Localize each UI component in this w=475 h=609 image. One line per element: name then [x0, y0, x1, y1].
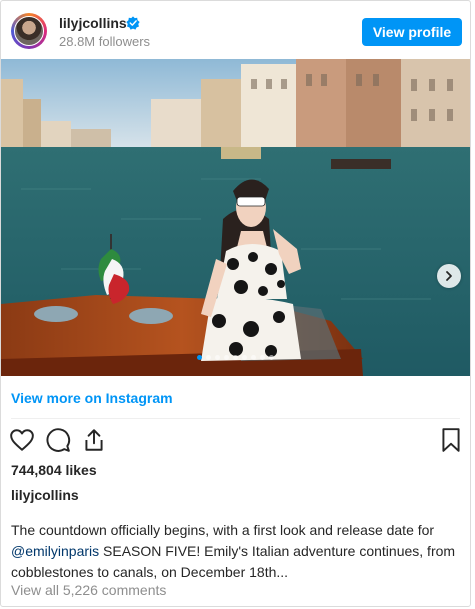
- carousel-dot: [260, 355, 265, 360]
- carousel-dot: [206, 355, 211, 360]
- view-profile-button[interactable]: View profile: [362, 18, 462, 46]
- carousel-dot: [233, 355, 238, 360]
- chevron-right-icon: [446, 271, 452, 281]
- view-comments-link[interactable]: View all 5,226 comments: [11, 582, 166, 598]
- comment-icon[interactable]: [45, 427, 71, 453]
- carousel-dot: [242, 355, 247, 360]
- share-icon[interactable]: [81, 427, 107, 453]
- avatar-image: [14, 16, 44, 46]
- carousel-dot: [224, 355, 229, 360]
- carousel-dot: [269, 355, 274, 360]
- username-link[interactable]: lilyjcollins: [59, 15, 127, 31]
- post-photo[interactable]: [1, 59, 470, 376]
- carousel-dot: [251, 355, 256, 360]
- next-photo-button[interactable]: [437, 264, 461, 288]
- carousel-dot-active: [197, 355, 202, 360]
- follower-count: 28.8M followers: [59, 34, 151, 49]
- post-caption: The countdown officially begins, with a …: [11, 520, 463, 583]
- heart-icon[interactable]: [9, 427, 35, 453]
- instagram-embed-card: lilyjcollins 28.8M followers View profil…: [0, 0, 471, 607]
- avatar[interactable]: [11, 13, 47, 49]
- like-count[interactable]: 744,804 likes: [11, 462, 97, 478]
- verified-badge-icon: [126, 16, 140, 30]
- photo-scene: [1, 59, 470, 376]
- carousel-indicator: [1, 355, 470, 360]
- carousel-dot: [215, 355, 220, 360]
- caption-text: The countdown officially begins, with a …: [11, 522, 435, 538]
- post-header: lilyjcollins 28.8M followers View profil…: [1, 1, 470, 59]
- divider: [11, 418, 460, 419]
- bookmark-icon[interactable]: [438, 427, 464, 453]
- view-more-link[interactable]: View more on Instagram: [11, 390, 173, 406]
- caption-author[interactable]: lilyjcollins: [11, 487, 79, 503]
- mention-link[interactable]: @emilyinparis: [11, 543, 99, 559]
